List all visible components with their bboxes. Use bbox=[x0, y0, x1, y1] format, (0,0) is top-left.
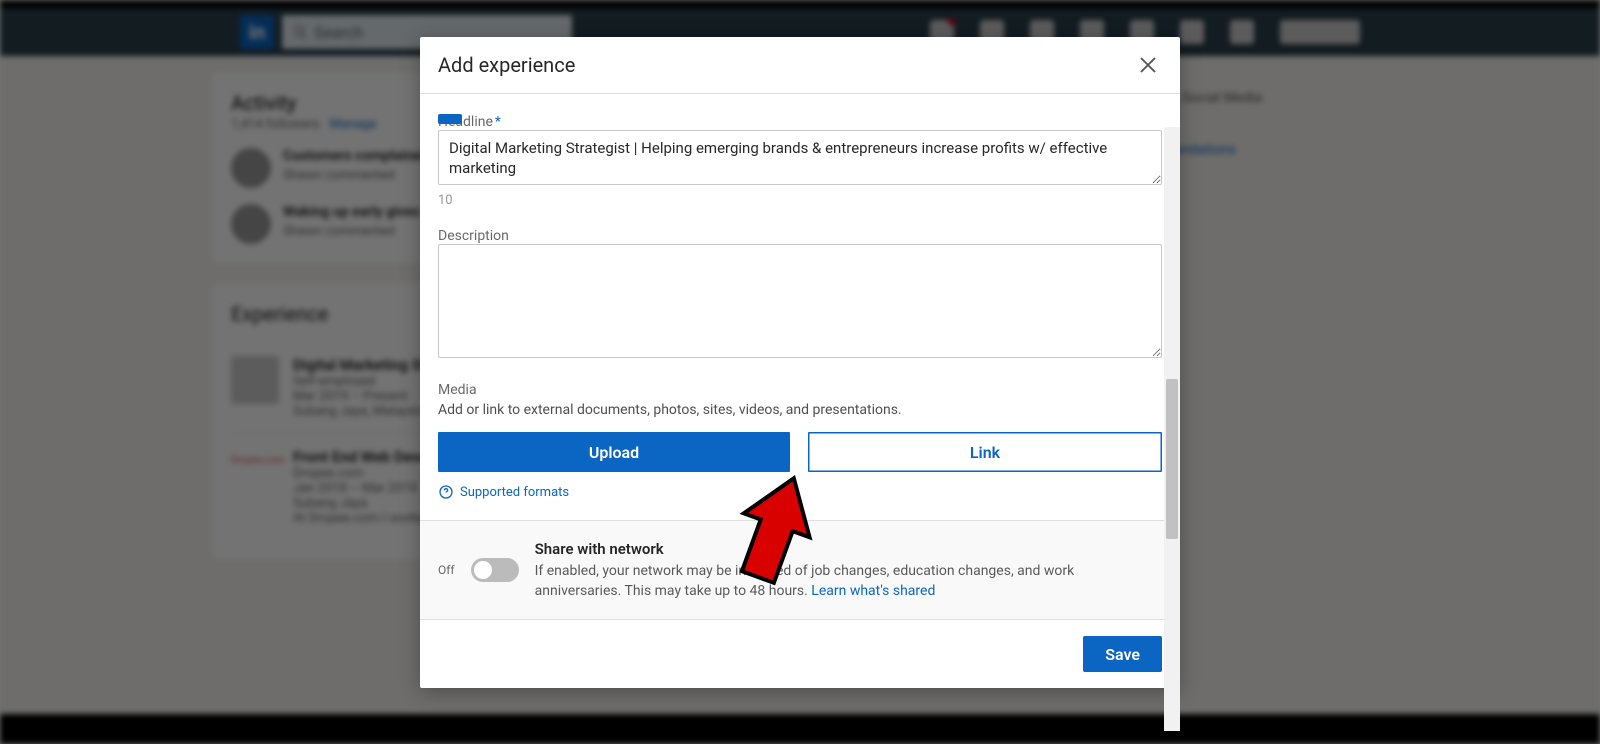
link-button[interactable]: Link bbox=[808, 432, 1162, 472]
add-experience-modal: Add experience Headline* 10 Description … bbox=[420, 37, 1180, 688]
modal-footer: Save bbox=[420, 620, 1180, 688]
scrollbar-thumb[interactable] bbox=[1166, 379, 1178, 539]
supported-formats-label: Supported formats bbox=[460, 485, 569, 500]
close-icon bbox=[1137, 54, 1159, 76]
description-label: Description bbox=[438, 228, 1162, 244]
save-button[interactable]: Save bbox=[1083, 636, 1162, 672]
headline-counter: 10 bbox=[438, 193, 1162, 208]
share-network-section: Off Share with network If enabled, your … bbox=[420, 520, 1180, 620]
share-network-toggle[interactable] bbox=[471, 558, 519, 582]
upload-button[interactable]: Upload bbox=[438, 432, 790, 472]
headline-input[interactable] bbox=[438, 130, 1162, 185]
learn-whats-shared-link[interactable]: Learn what's shared bbox=[811, 583, 935, 599]
modal-title: Add experience bbox=[438, 53, 575, 77]
supported-formats-link[interactable]: Supported formats bbox=[438, 484, 1162, 500]
toggle-state-label: Off bbox=[438, 563, 455, 577]
help-icon bbox=[438, 484, 454, 500]
headline-label: Headline* bbox=[438, 114, 1162, 130]
close-button[interactable] bbox=[1134, 51, 1162, 79]
modal-scrollbar[interactable] bbox=[1164, 127, 1180, 731]
media-label: Media bbox=[438, 382, 1162, 398]
media-help-text: Add or link to external documents, photo… bbox=[438, 402, 1162, 418]
currently-working-toggle[interactable] bbox=[438, 114, 462, 124]
modal-header: Add experience bbox=[420, 37, 1180, 94]
modal-body: Headline* 10 Description Media Add or li… bbox=[420, 114, 1180, 520]
share-title: Share with network bbox=[535, 540, 664, 558]
description-input[interactable] bbox=[438, 244, 1162, 358]
share-description: If enabled, your network may be informed… bbox=[535, 562, 1162, 601]
